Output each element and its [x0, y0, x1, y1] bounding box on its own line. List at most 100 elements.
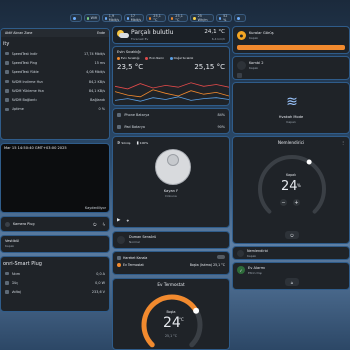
list-item[interactable]: SpeedTest Ping 15 ms	[1, 58, 109, 67]
cleaner-card[interactable]: ● Kuralar Görüş Kapalı	[232, 26, 350, 54]
smoke-icon	[117, 236, 125, 244]
vacuum-state: Dokuna	[165, 194, 177, 198]
home-icon	[73, 16, 76, 20]
kombi-card[interactable]: Kombi 2 Kapalı	[232, 56, 350, 80]
smoke-state: Normal	[129, 240, 140, 244]
uptime-icon	[5, 107, 9, 112]
zone-value: Evde	[97, 31, 105, 35]
shield-icon: ✓	[237, 266, 245, 274]
download-icon	[5, 51, 9, 56]
ev-termostat-small-value: 25,1 °C	[213, 263, 225, 267]
list-item[interactable]: Güç 0,0 W	[1, 278, 109, 287]
weather-wind: 6,4 km/h	[211, 37, 225, 41]
thermostat-unit: °C	[179, 317, 184, 322]
humidifier-small-title: Nemlendirici	[247, 249, 269, 253]
list-item[interactable]: AVDM Bağlantı Bağlandı	[1, 95, 109, 104]
cleaner-slider[interactable]	[237, 45, 345, 50]
download-chip[interactable]: 17 Mbit/s	[124, 14, 144, 22]
cloud-sun-icon	[117, 30, 129, 39]
list-item[interactable]: SpeedTest Yükle 4,08 Mbit/s	[1, 68, 109, 77]
smoke-sensor-card[interactable]: Duman Sensörü Normal	[112, 231, 230, 249]
vacuum-icon	[155, 149, 191, 185]
motion-card[interactable]: Hareket Kanala Ev Termostat Boşta (Isıtm…	[112, 251, 230, 275]
ping-icon	[5, 61, 9, 65]
location-icon[interactable]: ⌖	[126, 218, 129, 224]
list-item[interactable]: iPad Batarya 90%	[113, 121, 229, 133]
list-item[interactable]: SpeedTest Indir 17,74 Mbit/s	[1, 49, 109, 58]
alarm-state: Etkin Dışı	[248, 271, 263, 275]
menu-chip[interactable]	[234, 14, 246, 22]
increase-button[interactable]: +	[293, 199, 300, 206]
bulb-icon: ●	[237, 31, 246, 40]
humidifier-small-card[interactable]: Nemlendirici Kapalı	[232, 246, 350, 260]
humidifier-small-state: Kapalı	[247, 254, 257, 258]
list-item[interactable]: AVDM Indirme Hızı 84,2 KB/s	[1, 77, 109, 86]
tablet-icon	[117, 125, 121, 129]
legend-item: Doğal Sıcaklık	[173, 56, 194, 60]
list-item[interactable]: Uptime 0 %	[1, 105, 109, 114]
motion-toggle[interactable]	[217, 255, 225, 259]
thermostat-icon	[117, 263, 121, 267]
humidity-chip[interactable]: 52 %	[216, 14, 232, 22]
smoke-title: Duman Sensörü	[129, 235, 157, 239]
power-button[interactable]	[237, 73, 242, 78]
ev-termostat-small-mode: Boşta (Isıtma)	[189, 263, 213, 267]
thermostat-card[interactable]: Ev Termostat Boşta 24 °C 25,1 °C	[112, 278, 230, 350]
camera-plug-card[interactable]: Kamera Plug ⏻ ϟ	[0, 216, 110, 232]
decrease-button[interactable]: −	[280, 199, 287, 206]
kombi-state: Kapalı	[249, 66, 259, 70]
list-item[interactable]: Akım 0,0 A	[1, 269, 109, 278]
climate-card[interactable]: Evin Sıcaklığı Evin Sıcaklığı Evin Nemi …	[112, 46, 230, 106]
battery-card: iPhone Batarya 84% iPad Batarya 90%	[112, 108, 230, 134]
motion-label: Hareket Kanala	[123, 256, 148, 260]
series-line	[114, 96, 229, 102]
temp-chip-1[interactable]: 25,1 °C	[146, 14, 166, 22]
humidifier-card[interactable]: Nemlendirici ⋮ Kapalı 24 % − + ⏻	[232, 136, 350, 244]
hvac-card[interactable]: ≋ Hvakah Mode Kapalı	[232, 82, 350, 134]
legend-item: Evin Nemi	[149, 56, 164, 60]
list-item[interactable]: Voltaj 233,6 V	[1, 288, 109, 297]
series-line	[114, 82, 229, 90]
hvac-title: Hvakah Mode	[278, 115, 304, 119]
sun-chip[interactable]: 25 Wh/m	[190, 14, 214, 22]
thermostat-title: Ev Termostat	[157, 282, 185, 287]
upload-icon	[5, 70, 9, 74]
link-icon	[5, 98, 9, 102]
camera-datetime: Mar 15 14:50:40 GMT+03:00 2025	[4, 146, 67, 150]
wifi-chip[interactable]: Wifi	[84, 14, 100, 22]
climate-graph	[114, 82, 229, 102]
upload-chip[interactable]: 1,9 Mbit/s	[102, 14, 122, 22]
vacuum-card[interactable]: ✲ Sönüş ▮ 100% Kayan F Dokuna ▶ ⌖	[112, 136, 230, 228]
list-item[interactable]: iPhone Batarya 84%	[113, 109, 229, 121]
humidifier-power-button[interactable]: ⏻	[285, 231, 299, 239]
heat-waves-icon: ≋	[286, 94, 298, 110]
vestibule-card[interactable]: Vestibül Kapalı	[0, 235, 110, 253]
thermo-icon	[149, 16, 152, 20]
weather-card[interactable]: Parçalı bulutlu Forecast Ev 24,1 °C 6,4 …	[112, 26, 230, 44]
power-icon	[5, 281, 9, 285]
flash-icon[interactable]: ϟ	[102, 222, 105, 227]
climate-left-value: 23,5 °C	[117, 63, 144, 71]
cleaner-title: Kuralar Görüş	[249, 31, 274, 35]
zone-header: Aktif Alınan Zone Evde	[1, 29, 109, 37]
power-off-icon[interactable]: ⏻	[93, 222, 96, 227]
vacuum-mode: Sönüş	[121, 140, 131, 145]
temp-chip-2[interactable]: 25,1 °C	[168, 14, 188, 22]
sun-icon	[193, 16, 196, 20]
network-title: ity	[3, 41, 10, 47]
camera-card[interactable]: Mar 15 14:50:40 GMT+03:00 2025 Kaydedili…	[0, 143, 110, 213]
cleaner-state: Kapalı	[249, 36, 259, 40]
climate-values: 23,5 °C 25,15 °C	[113, 60, 229, 71]
play-icon[interactable]: ▶	[117, 218, 120, 224]
climate-title: Evin Sıcaklığı	[117, 50, 141, 54]
humidifier-title: Nemlendirici	[277, 140, 305, 145]
lock-button[interactable]: ⌂	[285, 278, 299, 286]
alarm-card[interactable]: ✓ Ev Alarmı Etkin Dışı ⌂	[232, 262, 350, 290]
camera-plug-label: Kamera Plug	[13, 222, 35, 226]
home-chip[interactable]	[70, 14, 82, 22]
thermo-icon	[171, 16, 174, 20]
voltage-icon	[5, 290, 9, 294]
weather-sub: Forecast Ev	[131, 37, 149, 41]
more-icon[interactable]: ⋮	[341, 140, 345, 145]
list-item[interactable]: AVDM Yükleme Hızı 84,1 KB/s	[1, 86, 109, 95]
